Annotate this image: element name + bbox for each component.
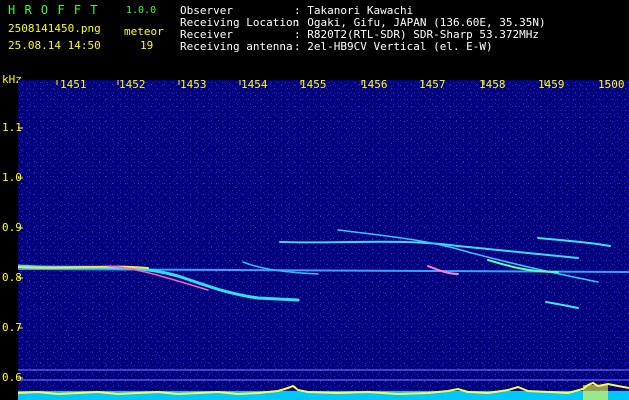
plot-noise: [18, 80, 629, 400]
app-title: H R O F F T: [8, 3, 99, 17]
meteor-count: 19: [140, 39, 154, 52]
x-tick-1455: 1455: [300, 78, 327, 91]
y-tick-0-7: 0.7: [2, 321, 22, 334]
y-tick-0-6: 0.6: [2, 371, 22, 384]
hrofft-window: H R O F F T 1.0.0 2508141450.png meteor …: [0, 0, 629, 400]
date-time: 25.08.14 14:50: [8, 39, 101, 52]
spectrogram: [18, 80, 629, 400]
app-version: 1.0.0: [126, 5, 157, 16]
y-tick-0-8: 0.8: [2, 271, 22, 284]
info-antenna-value: : 2el-HB9CV Vertical (el. E-W): [294, 40, 493, 53]
x-tick-1456: 1456: [361, 78, 388, 91]
info-antenna-key: Receiving antenna: [180, 40, 293, 53]
x-tick-1458: 1458: [479, 78, 506, 91]
x-tick-1459: 1459: [538, 78, 565, 91]
x-tick-1452: 1452: [119, 78, 146, 91]
x-tick-1500: 1500: [598, 78, 625, 91]
x-tick-1453: 1453: [180, 78, 207, 91]
spectrogram-svg: [18, 80, 629, 400]
file-name: 2508141450.png: [8, 22, 101, 35]
y-tick-1-0: 1.0: [2, 171, 22, 184]
y-tick-1-1: 1.1: [2, 121, 22, 134]
x-tick-1451: 1451: [60, 78, 87, 91]
y-tick-0-9: 0.9: [2, 221, 22, 234]
x-tick-1457: 1457: [419, 78, 446, 91]
meteor-label: meteor: [124, 25, 164, 38]
x-tick-1454: 1454: [241, 78, 268, 91]
